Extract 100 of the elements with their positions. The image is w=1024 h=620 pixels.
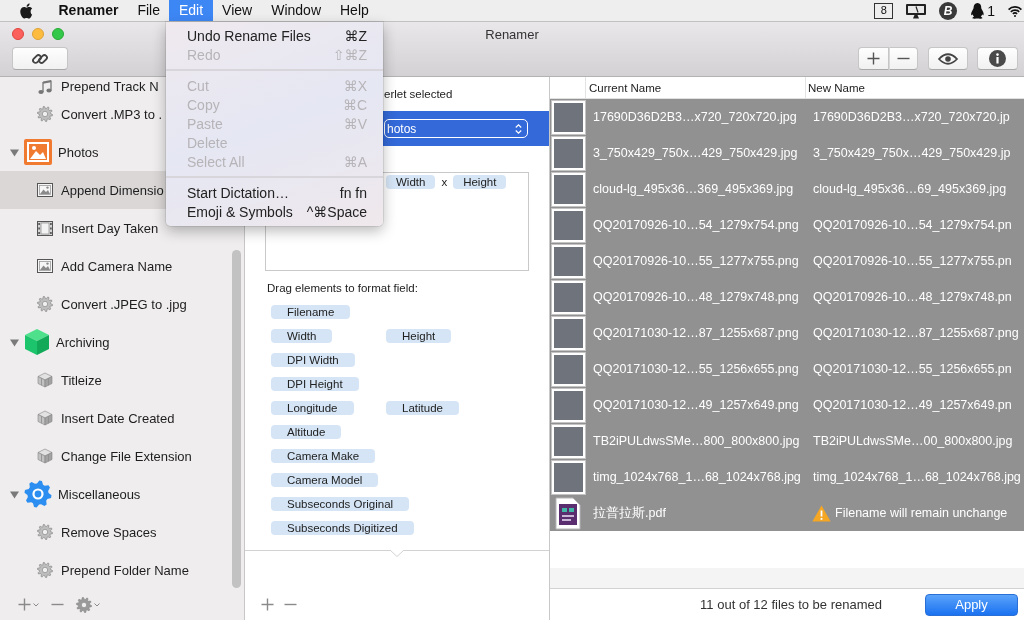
cube-icon bbox=[37, 372, 53, 388]
desktop-number[interactable]: 8 bbox=[874, 2, 894, 19]
image-icon bbox=[37, 259, 53, 273]
cube-icon bbox=[24, 328, 50, 356]
rename-summary: 11 out of 12 files to be renamed bbox=[700, 597, 882, 612]
format-token[interactable]: Width bbox=[386, 175, 436, 189]
gear-icon bbox=[37, 524, 53, 540]
table-cell-text: cloud-lg_495x36…369_495x369.jpg bbox=[592, 182, 795, 196]
scroll-thumb[interactable] bbox=[232, 250, 241, 588]
element-token[interactable]: Height bbox=[386, 329, 452, 343]
warning-text: Filename will remain unchange bbox=[835, 506, 1008, 520]
sidebar-item[interactable]: Append Dimensio bbox=[0, 171, 167, 209]
sidebar-item[interactable]: Remove Spaces bbox=[0, 513, 160, 551]
element-token[interactable]: Camera Model bbox=[271, 473, 379, 487]
sidebar-group[interactable]: Photos bbox=[24, 139, 99, 165]
info-icon bbox=[989, 50, 1006, 67]
link-button[interactable] bbox=[12, 47, 68, 70]
settings-icon bbox=[24, 480, 52, 508]
sidebar-group[interactable]: Miscellaneous bbox=[24, 480, 141, 508]
element-token[interactable]: Longitude bbox=[271, 401, 354, 415]
table-cell-text: QQ20170926-10…54_1279x754.png bbox=[592, 218, 800, 232]
table-cell-text: cloud-lg_495x36…69_495x369.jpg bbox=[812, 182, 1007, 196]
table-cell-text: 17690D36D2B3…x720_720x720.jpg bbox=[592, 110, 798, 124]
preset-popup[interactable]: hotos bbox=[384, 119, 528, 138]
window-title: Renamer bbox=[485, 26, 539, 42]
element-token[interactable]: Latitude bbox=[386, 401, 459, 415]
menu-item[interactable]: Undo Rename Files ⌘Z bbox=[166, 26, 383, 45]
table-cell-text: 17690D36D2B3…x720_720x720.jp bbox=[812, 110, 1010, 124]
monitor-icon[interactable] bbox=[905, 2, 928, 19]
table-cell-text: QQ20170926-10…54_1279x754.pn bbox=[812, 218, 1012, 232]
cube-icon bbox=[37, 448, 53, 464]
sidebar-item[interactable]: Prepend Track N bbox=[0, 78, 162, 95]
plus-icon bbox=[261, 597, 274, 611]
column-header[interactable]: New Name bbox=[806, 77, 1024, 98]
element-token[interactable]: Camera Make bbox=[271, 449, 376, 463]
warning-icon bbox=[812, 504, 831, 522]
app-menu[interactable]: Renamer bbox=[49, 0, 128, 21]
action-menu-button[interactable] bbox=[76, 596, 100, 613]
popup-value: hotos bbox=[387, 121, 417, 136]
table-cell-text: TB2iPULdwsSMe…800_800x800.jpg bbox=[592, 434, 801, 448]
menu-title[interactable]: Help bbox=[330, 0, 379, 21]
gear-icon bbox=[76, 596, 92, 613]
apple-icon[interactable] bbox=[20, 2, 33, 19]
format-token[interactable]: Height bbox=[453, 175, 507, 189]
zoom-button[interactable] bbox=[52, 28, 64, 40]
element-token[interactable]: DPI Height bbox=[271, 377, 359, 391]
keyboard-shortcut: ⇧⌘Z bbox=[331, 46, 367, 63]
separator-text: x bbox=[441, 175, 448, 189]
preview-button[interactable] bbox=[928, 47, 968, 70]
sidebar-item[interactable]: Titleize bbox=[0, 361, 105, 399]
add-menu-button[interactable] bbox=[18, 596, 39, 613]
disclosure-triangle[interactable] bbox=[10, 489, 19, 499]
element-token[interactable]: DPI Width bbox=[271, 353, 355, 367]
table-cell-text: QQ20170926-10…48_1279x748.pn bbox=[812, 290, 1012, 304]
table-cell-text: QQ20171030-12…49_1257x649.png bbox=[592, 398, 800, 412]
sidebar-group[interactable]: Archiving bbox=[24, 328, 110, 356]
element-token[interactable]: Altitude bbox=[271, 425, 342, 439]
penguin-icon[interactable] bbox=[969, 1, 987, 20]
menu-title[interactable]: Edit bbox=[169, 0, 213, 21]
sidebar-item[interactable]: Insert Date Created bbox=[0, 399, 178, 437]
table-cell-text: QQ20171030-12…55_1256x655.png bbox=[592, 362, 800, 376]
menu-title[interactable]: File bbox=[127, 0, 170, 21]
photo-icon bbox=[24, 139, 52, 165]
keyboard-shortcut: ⌘X bbox=[342, 77, 367, 94]
letter-badge[interactable]: B bbox=[939, 1, 958, 20]
menu-title[interactable]: View bbox=[212, 0, 262, 21]
disclosure-triangle[interactable] bbox=[10, 337, 19, 347]
keyboard-shortcut: ⌘Z bbox=[343, 27, 367, 44]
table-cell-text: QQ20171030-12…87_1255x687.png bbox=[812, 326, 1019, 340]
add-button[interactable] bbox=[261, 596, 274, 612]
column-header[interactable]: Current Name bbox=[586, 77, 806, 98]
add-button[interactable] bbox=[858, 47, 889, 70]
wifi-icon[interactable] bbox=[1007, 4, 1023, 17]
document-icon bbox=[555, 496, 581, 530]
sidebar-item[interactable]: Prepend Folder Name bbox=[0, 551, 192, 589]
sidebar-item[interactable]: Convert .MP3 to . bbox=[0, 95, 166, 133]
sidebar-item[interactable]: Change File Extension bbox=[0, 437, 195, 475]
sidebar-item[interactable]: Insert Day Taken bbox=[0, 209, 162, 247]
table-cell-text: QQ20170926-10…48_1279x748.png bbox=[592, 290, 800, 304]
sidebar-item[interactable]: Convert .JPEG to .jpg bbox=[0, 285, 190, 323]
close-button[interactable] bbox=[12, 28, 24, 40]
caret-icon bbox=[33, 602, 39, 607]
film-icon bbox=[37, 220, 53, 236]
gear-icon bbox=[37, 106, 53, 122]
cube-icon bbox=[37, 410, 53, 426]
disclosure-triangle[interactable] bbox=[10, 147, 19, 157]
table-cell-text: 3_750x429_750x…429_750x429.jpg bbox=[592, 146, 799, 160]
notification-count: 1 bbox=[987, 2, 995, 19]
menu-title[interactable]: Window bbox=[261, 0, 331, 21]
info-button[interactable] bbox=[977, 47, 1018, 70]
element-token[interactable]: Filename bbox=[271, 305, 351, 319]
table-cell-text: timg_1024x768_1…68_1024x768.jpg bbox=[812, 470, 1021, 484]
palette-label: Drag elements to format field: bbox=[267, 282, 419, 295]
table-cell-text: QQ20171030-12…49_1257x649.pn bbox=[812, 398, 1012, 412]
element-token[interactable]: Subseconds Digitized bbox=[271, 521, 414, 535]
element-token[interactable]: Subseconds Original bbox=[271, 497, 410, 511]
sidebar-item[interactable]: Add Camera Name bbox=[0, 247, 176, 285]
chevrons-icon bbox=[515, 122, 522, 135]
keyboard-shortcut: ⌘V bbox=[342, 115, 367, 132]
element-token[interactable]: Width bbox=[271, 329, 333, 343]
